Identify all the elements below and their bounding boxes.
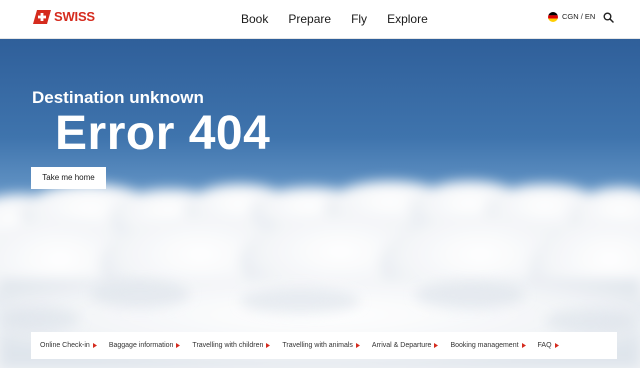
arrow-right-icon	[521, 343, 526, 348]
swiss-logo[interactable]: SWISS	[33, 10, 95, 24]
hero-subtitle: Destination unknown	[32, 88, 204, 107]
arrow-right-icon	[266, 343, 271, 348]
arrow-right-icon	[176, 343, 181, 348]
quicklink-label: Arrival & Departure	[371, 341, 432, 349]
nav-explore[interactable]: Explore	[387, 11, 428, 27]
swiss-flag-icon	[33, 10, 51, 24]
language-label: CGN / EN	[562, 12, 596, 21]
search-icon[interactable]	[603, 12, 614, 23]
arrow-right-icon	[434, 343, 439, 348]
nav-prepare[interactable]: Prepare	[288, 11, 331, 27]
nav-book[interactable]: Book	[241, 11, 268, 27]
quicklink-faq[interactable]: FAQ	[538, 341, 559, 351]
nav-fly[interactable]: Fly	[351, 11, 367, 27]
language-selector[interactable]: CGN / EN	[548, 12, 595, 22]
main-nav: Book Prepare Fly Explore	[241, 11, 448, 27]
logo-text: SWISS	[54, 9, 95, 24]
error-hero: Destination unknown Error 404 Take me ho…	[0, 39, 640, 368]
german-flag-icon	[548, 12, 558, 22]
arrow-right-icon	[355, 343, 360, 348]
site-header: SWISS Book Prepare Fly Explore CGN / EN	[0, 0, 640, 39]
quicklink-label: Travelling with animals	[282, 341, 353, 349]
quicklink-travelling-with-animals[interactable]: Travelling with animals	[282, 341, 360, 351]
quicklink-travelling-with-children[interactable]: Travelling with children	[192, 341, 271, 351]
error-title: Error 404	[55, 107, 271, 160]
quicklink-label: Online Check-in	[40, 341, 90, 349]
quicklink-arrival-departure[interactable]: Arrival & Departure	[372, 341, 439, 351]
quicklink-online-check-in[interactable]: Online Check-in	[40, 341, 97, 351]
quicklink-baggage-information[interactable]: Baggage information	[109, 341, 181, 351]
quicklink-label: Travelling with children	[192, 341, 264, 349]
quicklink-label: FAQ	[537, 341, 552, 349]
quicklink-booking-management[interactable]: Booking management	[450, 341, 526, 351]
quicklink-label: Baggage information	[108, 341, 174, 349]
quick-links-bar: Online Check-in Baggage information Trav…	[31, 332, 617, 359]
arrow-right-icon	[554, 343, 559, 348]
quicklink-label: Booking management	[450, 341, 519, 349]
arrow-right-icon	[92, 343, 97, 348]
take-me-home-button[interactable]: Take me home	[31, 167, 106, 189]
